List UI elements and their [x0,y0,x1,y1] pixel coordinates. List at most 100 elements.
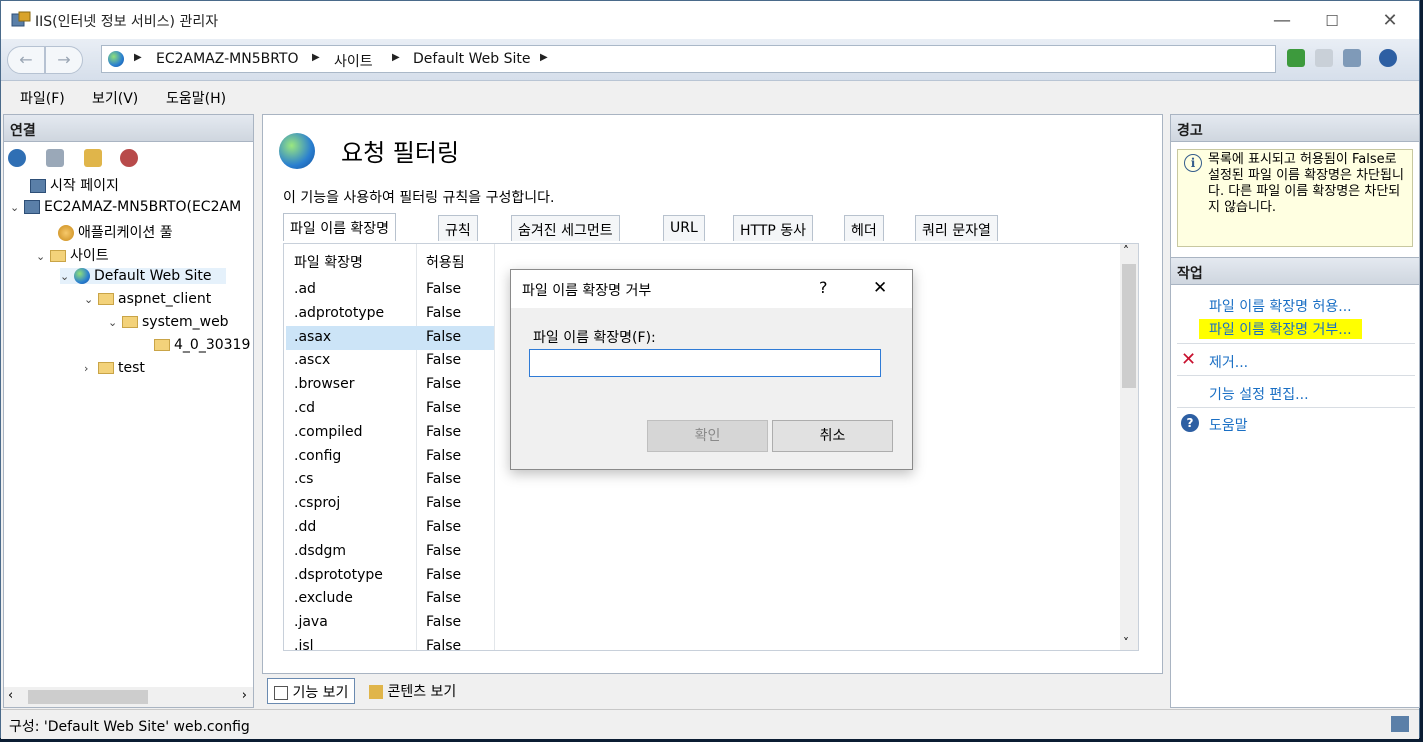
maximize-button[interactable]: ☐ [1309,7,1355,35]
breadcrumb[interactable]: ▶ EC2AMAZ-MN5BRTO ▶ 사이트 ▶ Default Web Si… [101,45,1276,73]
save-icon[interactable] [46,149,64,167]
breadcrumb-site[interactable]: Default Web Site [413,51,530,67]
collapse-icon[interactable]: ⌄ [84,293,98,306]
table-row[interactable]: .browser False [286,373,494,397]
table-row[interactable]: .csproj False [286,492,494,516]
tree-item-app-pools[interactable]: 애플리케이션 풀 [58,222,173,242]
scroll-right-icon[interactable]: › [242,688,247,703]
extension-cell: .compiled [294,423,363,440]
scroll-up-icon[interactable]: ˄ [1123,244,1129,258]
disconnect-icon[interactable] [120,149,138,167]
extension-input[interactable] [529,349,881,377]
dialog-help-button[interactable]: ? [819,278,828,297]
column-header-extension[interactable]: 파일 확장명 [294,252,363,272]
tree-item-4-0-30319[interactable]: 4_0_30319 [154,337,250,353]
tree-item-aspnet-client[interactable]: ⌄ aspnet_client [84,291,211,307]
expand-icon[interactable]: › [84,362,98,375]
allowed-cell: False [426,566,462,583]
up-folder-icon[interactable] [84,149,102,167]
tab-query-strings[interactable]: 쿼리 문자열 [915,215,998,241]
connect-icon[interactable] [8,149,26,167]
action-deny-extension[interactable]: 파일 이름 확장명 거부... [1199,319,1362,339]
forward-button[interactable]: → [45,46,83,74]
collapse-icon[interactable]: ⌄ [60,270,74,283]
table-row[interactable]: .cs False [286,468,494,492]
table-row[interactable]: .dd False [286,516,494,540]
ok-button[interactable]: 확인 [647,420,768,452]
tree-item-default-web-site[interactable]: ⌄ Default Web Site [60,268,226,284]
feature-view-button[interactable]: 기능 보기 [267,678,356,704]
globe-icon [108,51,124,67]
help-icon: ? [1181,414,1199,432]
table-row[interactable]: .cd False [286,397,494,421]
table-row[interactable]: .asax False [286,325,494,350]
table-row[interactable]: .compiled False [286,421,494,445]
info-icon: i [1184,154,1202,172]
tab-url[interactable]: URL [663,215,705,241]
cancel-button[interactable]: 취소 [772,420,893,452]
extension-cell: .ascx [294,352,331,369]
menu-help[interactable]: 도움말(H) [166,88,226,108]
tree-item-start-page[interactable]: 시작 페이지 [30,175,119,195]
collapse-icon[interactable]: ⌄ [10,201,24,214]
horizontal-scroll-thumb[interactable] [28,690,148,704]
deny-extension-dialog: 파일 이름 확장명 거부 ? ✕ 파일 이름 확장명(F): 확인 취소 [510,269,913,470]
vertical-scrollbar[interactable]: ˄ ˅ [1120,244,1138,650]
action-allow-extension[interactable]: 파일 이름 확장명 허용... [1209,296,1352,316]
table-row[interactable]: .dsprototype False [286,564,494,588]
allowed-cell: False [426,519,462,535]
collapse-icon[interactable]: ⌄ [108,316,122,329]
breadcrumb-server[interactable]: EC2AMAZ-MN5BRTO [156,51,299,67]
tab-rules[interactable]: 규칙 [438,215,478,241]
allowed-cell: False [426,495,462,512]
table-row[interactable]: .java False [286,611,494,635]
title-bar: IIS(인터넷 정보 서비스) 관리자 — ☐ ✕ [1,1,1419,39]
close-button[interactable]: ✕ [1367,7,1413,35]
action-remove[interactable]: 제거... [1209,352,1248,372]
extension-cell: .dd [294,519,317,535]
refresh-icon[interactable] [1287,49,1305,67]
dialog-title: 파일 이름 확장명 거부 [522,283,652,299]
scroll-left-icon[interactable]: ‹ [8,688,13,703]
menu-view[interactable]: 보기(V) [92,88,138,108]
action-edit-feature-settings[interactable]: 기능 설정 편집... [1209,384,1309,404]
breadcrumb-sites[interactable]: 사이트 [334,51,373,71]
table-row[interactable]: .ad False [286,278,494,302]
column-header-allowed[interactable]: 허용됨 [426,252,465,272]
divider [1177,375,1415,376]
vertical-scroll-thumb[interactable] [1122,264,1136,388]
tab-http-verbs[interactable]: HTTP 동사 [733,215,814,241]
back-button[interactable]: ← [7,46,45,74]
extension-cell: .dsprototype [294,566,383,583]
table-row[interactable]: .exclude False [286,587,494,611]
scroll-down-icon[interactable]: ˅ [1123,636,1129,650]
extension-cell: .browser [294,376,355,393]
home-icon[interactable] [1343,49,1361,67]
tab-hidden-segments[interactable]: 숨겨진 세그먼트 [511,215,620,241]
table-row[interactable]: .adprototype False [286,302,494,326]
action-help[interactable]: 도움말 [1209,415,1248,435]
table-row[interactable]: .jsl False [286,635,494,650]
tree-item-system-web[interactable]: ⌄ system_web [108,314,229,330]
content-view-icon [369,685,383,699]
warning-box: i 목록에 표시되고 허용됨이 False로 설정된 파일 이름 확장명은 차단… [1177,149,1413,247]
allowed-cell: False [426,471,462,488]
tree-item-sites[interactable]: ⌄ 사이트 [36,245,109,265]
tab-headers[interactable]: 헤더 [844,215,884,241]
stop-icon[interactable] [1315,49,1333,67]
table-row[interactable]: .dsdgm False [286,540,494,564]
dialog-close-button[interactable]: ✕ [873,278,887,298]
tab-file-extensions[interactable]: 파일 이름 확장명 [283,213,397,241]
content-view-button[interactable]: 콘텐츠 보기 [369,681,456,701]
help-icon[interactable] [1379,49,1397,67]
menu-file[interactable]: 파일(F) [20,88,65,108]
horizontal-scrollbar[interactable]: ‹ › [4,687,253,707]
tree-item-test[interactable]: › test [84,360,145,376]
extension-cell: .asax [294,328,332,345]
minimize-button[interactable]: — [1259,7,1305,35]
tree-item-server[interactable]: ⌄ EC2AMAZ-MN5BRTO(EC2AM [10,199,241,215]
table-row[interactable]: .ascx False [286,349,494,373]
actions-pane: 경고 i 목록에 표시되고 허용됨이 False로 설정된 파일 이름 확장명은… [1170,114,1420,708]
table-row[interactable]: .config False [286,445,494,469]
collapse-icon[interactable]: ⌄ [36,250,50,263]
